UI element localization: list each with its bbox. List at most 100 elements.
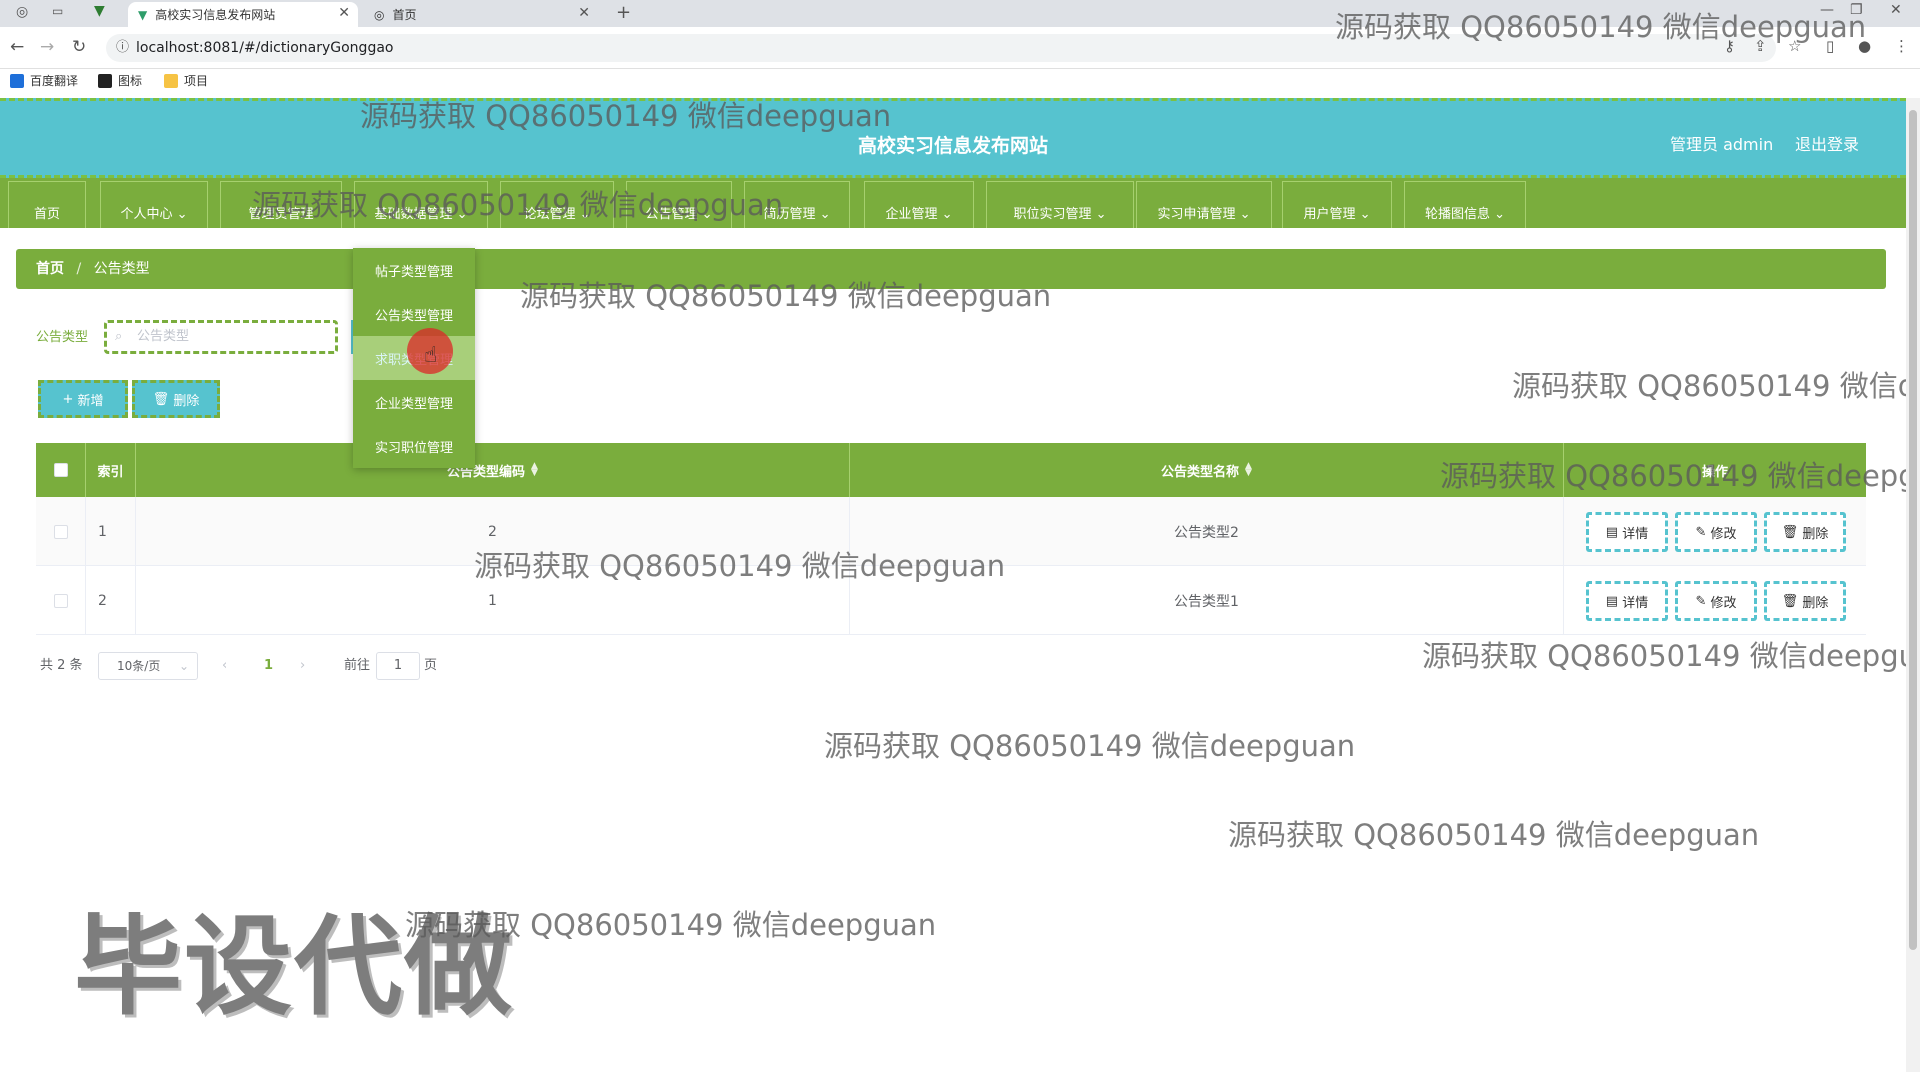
scrollbar-thumb[interactable] [1909, 110, 1917, 950]
forward-icon[interactable]: → [40, 37, 54, 57]
row-checkbox[interactable] [53, 593, 68, 608]
sort-icon[interactable]: ▲ ▼ [1245, 462, 1252, 478]
detail-label: 详情 [1622, 595, 1649, 611]
vue-icon: ▼ [94, 3, 105, 19]
detail-label: 详情 [1622, 526, 1649, 542]
breadcrumb-separator: / [76, 261, 82, 277]
chevron-down-icon: ⌄ [1091, 207, 1107, 222]
nav-item-internship-position[interactable]: 职位实习管理 ⌄ [986, 181, 1134, 228]
url-text: localhost:8081/#/dictionaryGonggao [136, 40, 394, 56]
header-label: 索引 [97, 464, 124, 480]
delete-button[interactable]: 🗑 删除 [132, 380, 220, 418]
bookmark-label: 百度翻译 [30, 74, 79, 88]
nav-item-application[interactable]: 实习申请管理 ⌄ [1136, 181, 1272, 228]
globe-icon: ◎ [16, 4, 29, 20]
detail-button[interactable]: ▤ 详情 [1586, 581, 1668, 621]
nav-item-notice[interactable]: 公告管理 ⌄ [626, 181, 732, 228]
delete-label: 删除 [1802, 526, 1829, 542]
edit-label: 修改 [1710, 595, 1737, 611]
trash-icon: 🗑 [1781, 593, 1803, 609]
bookmark-project[interactable]: 项目 [164, 72, 208, 89]
restore-icon[interactable]: ❐ [1850, 2, 1863, 18]
header-code[interactable]: 公告类型编码 ▲ ▼ [136, 443, 850, 497]
select-all-checkbox[interactable] [53, 463, 68, 477]
vue-favicon-icon: ▼ [138, 7, 148, 22]
nav-label: 实习申请管理 [1157, 207, 1236, 222]
tab-active[interactable]: ▼ 高校实习信息发布网站 ✕ [128, 2, 358, 27]
nav-item-carousel[interactable]: 轮播图信息 ⌄ [1404, 181, 1526, 228]
nav-label: 轮播图信息 [1424, 207, 1490, 222]
document-icon: ▤ [1605, 593, 1623, 609]
blank-tab-icon[interactable]: ▭ [52, 4, 63, 18]
tab-home[interactable]: ◎ 首页 ✕ [364, 2, 598, 27]
minimize-icon[interactable]: — [1820, 2, 1834, 18]
nav-item-resume[interactable]: 简历管理 ⌄ [744, 181, 850, 228]
header-name[interactable]: 公告类型名称 ▲ ▼ [850, 443, 1564, 497]
chevron-down-icon: ⌄ [1489, 207, 1506, 222]
current-page[interactable]: 1 [264, 652, 273, 680]
nav-item-company[interactable]: 企业管理 ⌄ [864, 181, 974, 228]
trash-icon: 🗑 [152, 391, 174, 407]
vertical-scrollbar[interactable] [1906, 98, 1920, 1072]
close-window-icon[interactable]: ✕ [1890, 2, 1902, 18]
search-placeholder: 公告类型 [137, 329, 190, 344]
nav-item-personal[interactable]: 个人中心 ⌄ [100, 181, 208, 228]
nav-item-home[interactable]: 首页 [8, 181, 86, 228]
nav-label: 简历管理 [763, 207, 816, 222]
big-watermark: 毕设代做 [74, 905, 515, 1030]
nav-item-basic-data[interactable]: 基础数据管理 ⌄ [354, 181, 488, 228]
watermark: 源码获取 QQ86050149 微信deepguan [824, 729, 1356, 763]
cell-name: 公告类型1 [850, 566, 1564, 635]
row-checkbox[interactable] [53, 524, 68, 539]
url-input[interactable]: ⓘ localhost:8081/#/dictionaryGonggao [106, 34, 1776, 62]
star-icon[interactable]: ☆ [1788, 37, 1801, 55]
logout-button[interactable]: 退出登录 [1795, 131, 1859, 155]
reload-icon[interactable]: ↻ [72, 37, 86, 57]
page-size-select[interactable]: 10条/页 ⌄ [98, 652, 198, 680]
nav-label: 用户管理 [1303, 207, 1356, 222]
table-row: 2 1 公告类型1 ▤ 详情 ✎ 修改 🗑 删除 [36, 566, 1866, 635]
bookmark-icons[interactable]: 图标 [98, 72, 142, 89]
dropdown-item-post-type[interactable]: 帖子类型管理 [353, 248, 475, 292]
row-delete-button[interactable]: 🗑 删除 [1764, 512, 1846, 552]
share-icon[interactable]: ⇪ [1754, 37, 1767, 55]
back-icon[interactable]: ← [10, 37, 24, 57]
bookmarks-bar: 百度翻译 图标 项目 [0, 69, 1920, 93]
pencil-icon: ✎ [1695, 524, 1711, 540]
dropdown-item-company-type[interactable]: 企业类型管理 [353, 380, 475, 424]
row-delete-button[interactable]: 🗑 删除 [1764, 581, 1846, 621]
globe-favicon-icon: ◎ [374, 7, 385, 22]
edit-button[interactable]: ✎ 修改 [1675, 581, 1757, 621]
sort-icon[interactable]: ▲ ▼ [531, 462, 538, 478]
chevron-down-icon: ⌄ [1235, 207, 1251, 222]
nav-item-user[interactable]: 用户管理 ⌄ [1282, 181, 1392, 228]
search-input[interactable]: ⌕ 公告类型 [104, 320, 338, 354]
breadcrumb-home[interactable]: 首页 [36, 261, 64, 277]
nav-item-forum[interactable]: 论坛管理 ⌄ [500, 181, 614, 228]
dropdown-item-notice-type[interactable]: 公告类型管理 [353, 292, 475, 336]
nav-item-admin[interactable]: 管理员管理 [220, 181, 342, 228]
bookmark-label: 项目 [184, 74, 209, 88]
key-icon[interactable]: ⚷ [1724, 37, 1735, 55]
total-count: 共 2 条 [40, 658, 83, 673]
document-icon: ▤ [1605, 524, 1623, 540]
sidepanel-icon[interactable]: ▯ [1826, 37, 1834, 55]
detail-button[interactable]: ▤ 详情 [1586, 512, 1668, 552]
add-button[interactable]: + 新增 [38, 380, 128, 418]
dropdown-item-internship-position[interactable]: 实习职位管理 [353, 424, 475, 468]
goto-page-input[interactable]: 1 [376, 652, 420, 680]
next-page-icon[interactable]: › [300, 652, 305, 680]
menu-icon[interactable]: ⋮ [1894, 37, 1909, 55]
info-icon[interactable]: ⓘ [116, 34, 129, 62]
new-tab-icon[interactable]: + [616, 2, 631, 23]
row-select-cell [36, 566, 86, 635]
edit-button[interactable]: ✎ 修改 [1675, 512, 1757, 552]
profile-icon[interactable]: ● [1858, 37, 1871, 55]
prev-page-icon[interactable]: ‹ [222, 652, 227, 680]
close-tab-icon[interactable]: ✕ [578, 5, 590, 21]
close-tab-icon[interactable]: ✕ [338, 5, 350, 21]
search-icon: ⌕ [115, 329, 123, 344]
chevron-down-icon: ⌄ [697, 207, 713, 222]
bookmark-baidu-translate[interactable]: 百度翻译 [10, 72, 78, 89]
pencil-icon: ✎ [1695, 593, 1711, 609]
